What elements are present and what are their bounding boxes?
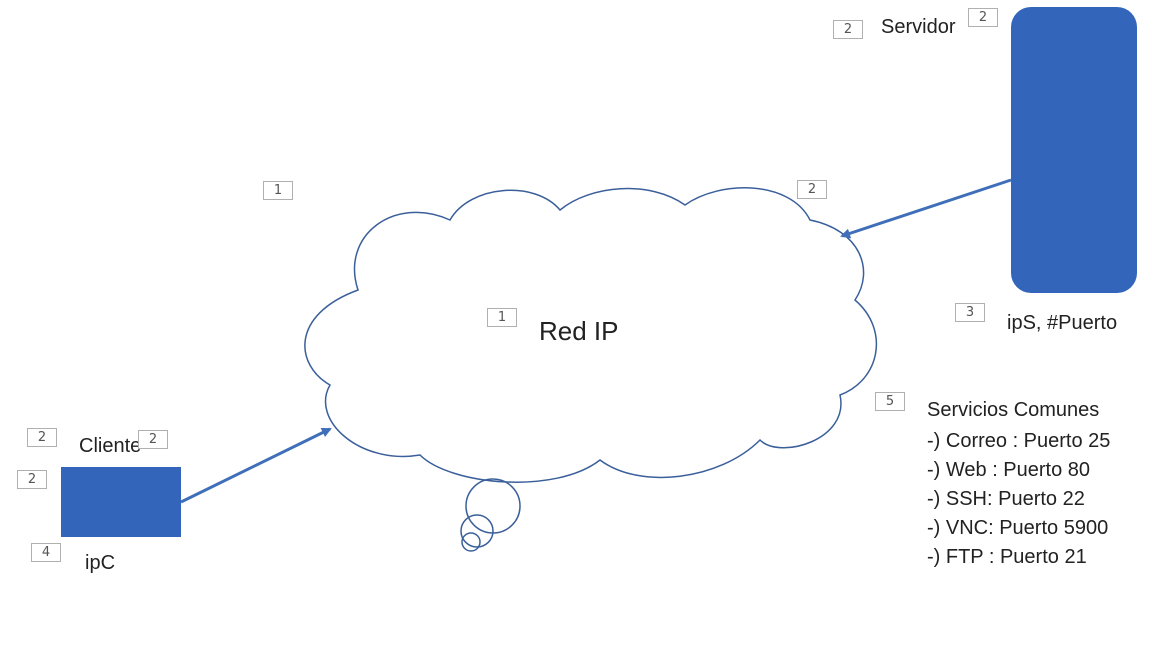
client-node [61, 467, 181, 537]
server-label: Servidor [881, 16, 956, 38]
step-badge-server-address: 3 [955, 303, 985, 322]
client-address-label: ipC [85, 552, 116, 574]
step-badge-services: 5 [875, 392, 905, 411]
edge-patch [1141, 345, 1175, 388]
client-to-cloud-arrow [180, 427, 332, 504]
cloud-bubble-medium [460, 514, 494, 548]
services-title: Servicios Comunes [927, 399, 1100, 421]
step-badge-cloud-top-right: 2 [797, 180, 827, 199]
server-to-cloud-arrow [840, 178, 1012, 239]
step-badge-server-left: 2 [833, 20, 863, 39]
service-item: -) SSH: Puerto 22 [927, 488, 1085, 510]
service-item: -) VNC: Puerto 5900 [927, 517, 1109, 539]
client-label: Cliente [79, 435, 142, 457]
step-badge-client-address: 4 [31, 543, 61, 562]
step-badge-cloud-top-left: 1 [263, 181, 293, 200]
network-label: Red IP [539, 316, 619, 346]
service-item: -) Web : Puerto 80 [927, 459, 1091, 481]
step-badge-client-label-left: 2 [27, 428, 57, 447]
service-item: -) FTP : Puerto 21 [927, 546, 1087, 568]
step-badge-cloud-center: 1 [487, 308, 517, 327]
step-badge-client-label-right: 2 [138, 430, 168, 449]
step-badge-client-box: 2 [17, 470, 47, 489]
services-list: -) Correo : Puerto 25 -) Web : Puerto 80… [927, 427, 1110, 572]
service-item: -) Correo : Puerto 25 [927, 430, 1111, 452]
cloud-bubble-large [465, 478, 521, 534]
step-badge-server-right: 2 [968, 8, 998, 27]
server-node [1011, 7, 1137, 293]
server-address-label: ipS, #Puerto [1007, 312, 1118, 334]
